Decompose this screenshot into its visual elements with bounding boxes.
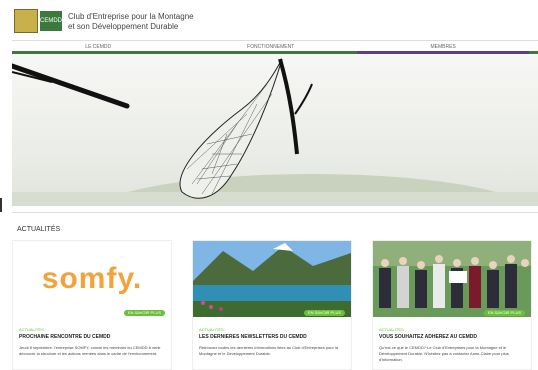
card-image[interactable]: somfy. [13, 241, 171, 317]
card-image[interactable] [373, 241, 531, 317]
card-title[interactable]: VOUS SOUHAITEZ ADHEREZ AU CEMDD [379, 334, 477, 340]
nav-item-cemdd[interactable]: LE CEMDD [12, 40, 185, 54]
hero-banner [12, 54, 538, 206]
read-more-badge[interactable]: EN SAVOIR PLUS [123, 310, 165, 316]
news-card[interactable]: EN SAVOIR PLUS ACTUALITÉS LES DERNIERES … [192, 240, 352, 370]
somfy-logo: somfy. [41, 262, 143, 295]
card-text: Qu'est-ce que le CEMDD? Le Club d'Entrep… [379, 345, 509, 362]
card-title[interactable]: PROCHAINE RENCONTRE DU CEMDD [19, 334, 110, 340]
main-nav: LE CEMDD FONCTIONNEMENT MEMBRES [12, 40, 538, 54]
card-category: ACTUALITÉS [199, 327, 224, 332]
dragonfly-illustration [12, 58, 538, 206]
scroll-marker [0, 198, 2, 212]
card-title[interactable]: LES DERNIERES NEWSLETTERS DU CEMDD [199, 334, 307, 340]
cemdd-logo[interactable]: CEMDD [40, 11, 62, 31]
brand-title[interactable]: Club d'Entreprise pour la Montagne et so… [68, 12, 194, 32]
club-logo[interactable] [14, 9, 38, 33]
section-title: ACTUALITÉS [17, 226, 61, 233]
brand-line-1: Club d'Entreprise pour la Montagne [68, 12, 194, 21]
card-category: ACTUALITÉS [19, 327, 44, 332]
read-more-badge[interactable]: EN SAVOIR PLUS [483, 310, 525, 316]
card-text: Retrouvez toutes les dernières informati… [199, 345, 339, 356]
news-card[interactable]: EN SAVOIR PLUS ACTUALITÉS VOUS SOUHAITEZ… [372, 240, 532, 370]
nav-item-membres[interactable]: MEMBRES [356, 40, 530, 54]
card-image[interactable] [193, 241, 351, 317]
brand-line-2: et son Développement Durable [68, 22, 179, 31]
nav-item-fonctionnement[interactable]: FONCTIONNEMENT [184, 40, 357, 54]
read-more-badge[interactable]: EN SAVOIR PLUS [303, 310, 345, 316]
card-text: Jeudi 8 septembre, l'entreprise SOMFY, c… [19, 345, 161, 356]
news-card[interactable]: somfy. EN SAVOIR PLUS ACTUALITÉS PROCHAI… [12, 240, 172, 370]
nav-item-extra[interactable] [529, 40, 538, 54]
section-divider [12, 212, 538, 213]
card-category: ACTUALITÉS [379, 327, 404, 332]
header: CEMDD Club d'Entreprise pour la Montagne… [0, 0, 538, 40]
